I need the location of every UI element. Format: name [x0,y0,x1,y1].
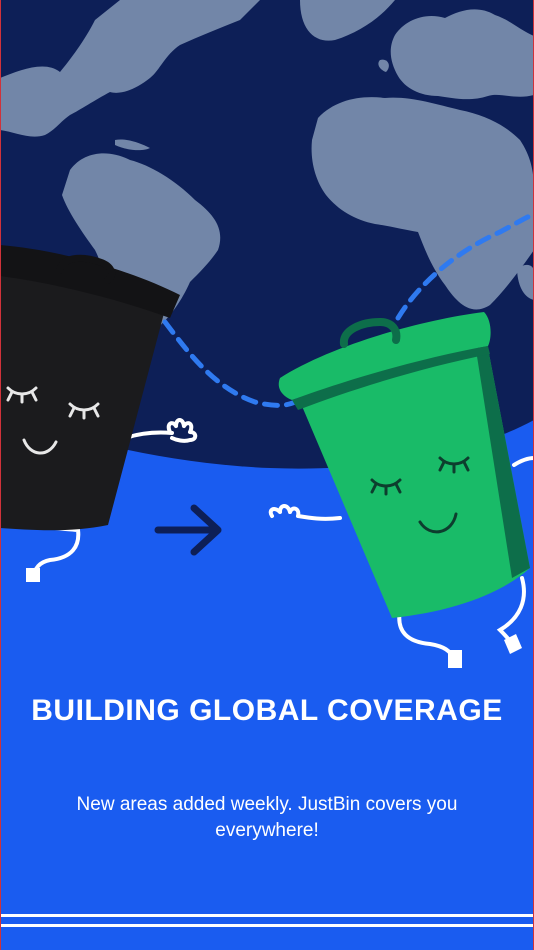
page-subtitle: New areas added weekly. JustBin covers y… [76,794,458,841]
page-title: BUILDING GLOBAL COVERAGE [31,694,503,727]
bottom-divider [0,914,534,917]
bottom-divider [0,924,534,927]
onboarding-screen: BUILDING GLOBAL COVERAGE New areas added… [0,0,534,950]
arrow-right-icon [154,504,222,556]
global-coverage-illustration [0,0,534,668]
